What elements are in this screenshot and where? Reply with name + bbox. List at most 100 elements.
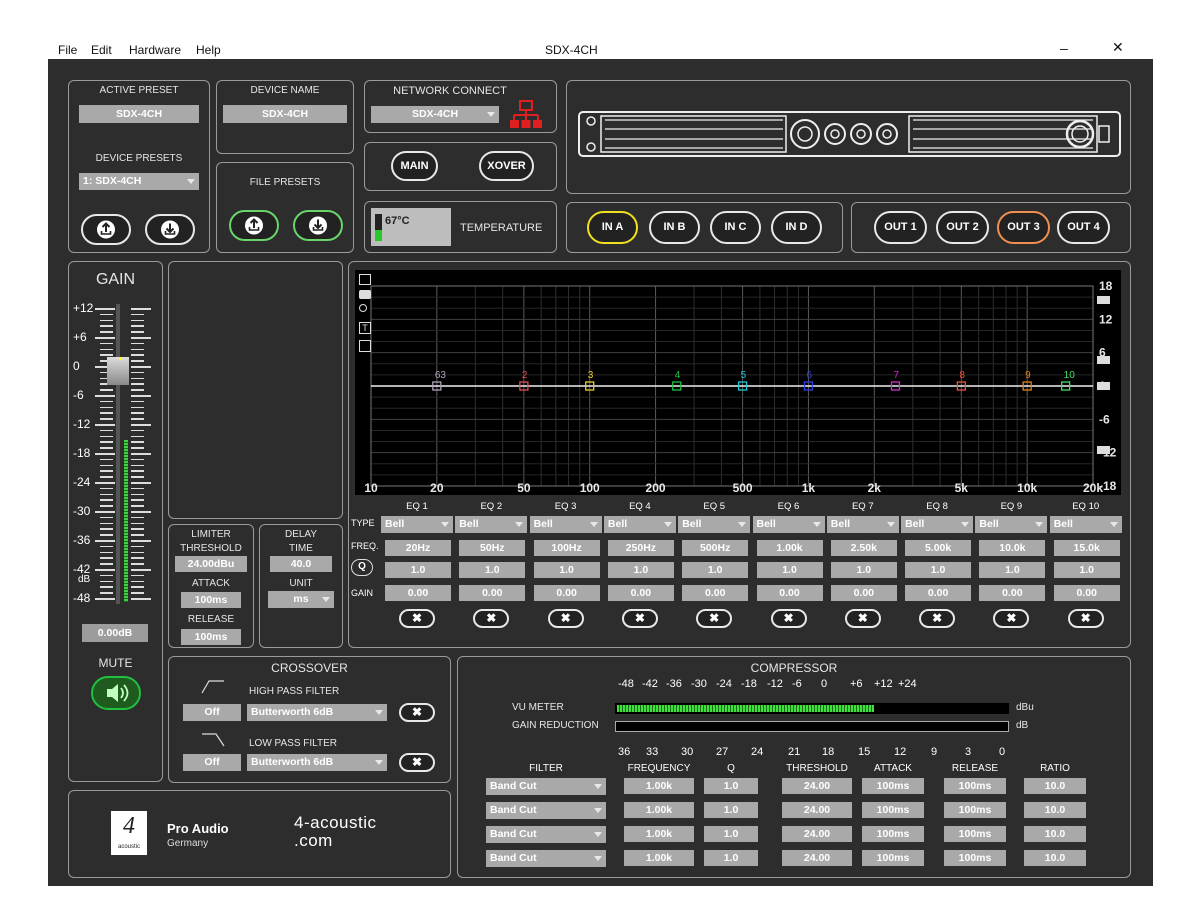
eq-band-type-select[interactable]: Bell bbox=[529, 516, 602, 533]
upload-preset-button[interactable] bbox=[81, 214, 131, 245]
eq-band-q-field[interactable]: 1.0 bbox=[385, 562, 451, 578]
compressor-cell-field[interactable]: 24.00 bbox=[782, 778, 852, 794]
brand-url-line2[interactable]: .com bbox=[294, 831, 333, 851]
compressor-cell-field[interactable]: 10.0 bbox=[1024, 826, 1086, 842]
camera-icon[interactable] bbox=[359, 290, 371, 299]
eq-band-freq-field[interactable]: 5.00k bbox=[905, 540, 972, 556]
eq-band-gain-field[interactable]: 0.00 bbox=[533, 585, 600, 601]
compressor-cell-field[interactable]: 100ms bbox=[862, 850, 924, 866]
output-3-button[interactable]: OUT 3 bbox=[997, 211, 1050, 244]
compressor-cell-field[interactable]: 24.00 bbox=[782, 802, 852, 818]
output-1-button[interactable]: OUT 1 bbox=[874, 211, 927, 244]
eq-band-type-select[interactable]: Bell bbox=[678, 516, 751, 533]
eq-band-q-field[interactable]: 1.0 bbox=[682, 562, 749, 578]
output-4-button[interactable]: OUT 4 bbox=[1057, 211, 1110, 244]
eq-band-freq-field[interactable]: 100Hz bbox=[533, 540, 600, 556]
lpf-state-button[interactable]: Off bbox=[183, 754, 241, 771]
eq-band-freq-field[interactable]: 1.00k bbox=[756, 540, 823, 556]
zoom-icon[interactable] bbox=[359, 304, 367, 312]
eq-band-q-field[interactable]: 1.0 bbox=[607, 562, 674, 578]
eq-band-type-select[interactable]: Bell bbox=[975, 516, 1048, 533]
eq-band-freq-field[interactable]: 10.0k bbox=[979, 540, 1046, 556]
lpf-reset-button[interactable]: ✖ bbox=[399, 753, 435, 772]
eq-band-q-field[interactable]: 1.0 bbox=[1053, 562, 1120, 578]
eq-band-reset-button[interactable]: ✖ bbox=[399, 609, 435, 628]
select-tool-icon[interactable] bbox=[359, 274, 371, 285]
eq-band-freq-field[interactable]: 20Hz bbox=[385, 540, 451, 556]
menu-help[interactable]: Help bbox=[196, 43, 221, 57]
limiter-threshold-field[interactable]: 24.00dBu bbox=[175, 556, 247, 572]
compressor-cell-field[interactable]: 100ms bbox=[944, 826, 1006, 842]
compressor-cell-field[interactable]: 1.0 bbox=[704, 802, 758, 818]
main-button[interactable]: MAIN bbox=[391, 151, 438, 181]
eq-graph[interactable]: 1020501002005001k2k5k10k20k181260-6-12-1… bbox=[355, 270, 1121, 495]
compressor-cell-field[interactable]: 100ms bbox=[944, 850, 1006, 866]
eq-band-gain-field[interactable]: 0.00 bbox=[830, 585, 897, 601]
input-c-button[interactable]: IN C bbox=[710, 211, 761, 244]
eq-band-q-field[interactable]: 1.0 bbox=[459, 562, 526, 578]
eq-band-freq-field[interactable]: 500Hz bbox=[682, 540, 749, 556]
input-b-button[interactable]: IN B bbox=[649, 211, 700, 244]
eq-band-type-select[interactable]: Bell bbox=[381, 516, 453, 533]
eq-band-reset-button[interactable]: ✖ bbox=[547, 609, 584, 628]
menu-edit[interactable]: Edit bbox=[91, 43, 112, 57]
eq-band-reset-button[interactable]: ✖ bbox=[770, 609, 807, 628]
device-name-field[interactable]: SDX-4CH bbox=[223, 105, 347, 123]
menu-file[interactable]: File bbox=[58, 43, 77, 57]
eq-band-gain-field[interactable]: 0.00 bbox=[459, 585, 526, 601]
lpf-type-select[interactable]: Butterworth 6dB bbox=[247, 754, 387, 771]
hpf-reset-button[interactable]: ✖ bbox=[399, 703, 435, 722]
eq-band-reset-button[interactable]: ✖ bbox=[1067, 609, 1104, 628]
compressor-cell-field[interactable]: 10.0 bbox=[1024, 778, 1086, 794]
delay-time-field[interactable]: 40.0 bbox=[270, 556, 332, 572]
network-icon[interactable] bbox=[509, 100, 543, 130]
compressor-cell-field[interactable]: 100ms bbox=[944, 778, 1006, 794]
gain-slider-track[interactable] bbox=[116, 304, 120, 604]
eq-band-gain-field[interactable]: 0.00 bbox=[1053, 585, 1120, 601]
eq-band-type-select[interactable]: Bell bbox=[901, 516, 974, 533]
limiter-attack-field[interactable]: 100ms bbox=[181, 592, 241, 608]
eq-band-q-field[interactable]: 1.0 bbox=[905, 562, 972, 578]
eq-band-gain-field[interactable]: 0.00 bbox=[979, 585, 1046, 601]
device-preset-select[interactable]: 1: SDX-4CH bbox=[79, 173, 199, 190]
download-file-preset-button[interactable] bbox=[293, 210, 343, 241]
compressor-cell-field[interactable]: 100ms bbox=[862, 826, 924, 842]
xover-button[interactable]: XOVER bbox=[479, 151, 534, 181]
mute-button[interactable] bbox=[91, 676, 141, 710]
compressor-cell-field[interactable]: 1.00k bbox=[624, 826, 694, 842]
hpf-type-select[interactable]: Butterworth 6dB bbox=[247, 704, 387, 721]
eq-band-reset-button[interactable]: ✖ bbox=[993, 609, 1030, 628]
eq-band-freq-field[interactable]: 250Hz bbox=[607, 540, 674, 556]
compressor-cell-field[interactable]: 1.00k bbox=[624, 802, 694, 818]
eq-band-gain-field[interactable]: 0.00 bbox=[756, 585, 823, 601]
output-2-button[interactable]: OUT 2 bbox=[936, 211, 989, 244]
compressor-filter-select[interactable]: Band Cut bbox=[486, 826, 606, 843]
limiter-release-field[interactable]: 100ms bbox=[181, 629, 241, 645]
network-select[interactable]: SDX-4CH bbox=[371, 106, 499, 123]
close-button[interactable]: ✕ bbox=[1112, 39, 1124, 56]
eq-band-type-select[interactable]: Bell bbox=[826, 516, 899, 533]
eq-band-q-field[interactable]: 1.0 bbox=[533, 562, 600, 578]
eq-band-q-field[interactable]: 1.0 bbox=[830, 562, 897, 578]
compressor-cell-field[interactable]: 10.0 bbox=[1024, 802, 1086, 818]
input-a-button[interactable]: IN A bbox=[587, 211, 638, 244]
delay-unit-select[interactable]: ms bbox=[268, 591, 334, 608]
gain-value-field[interactable]: 0.00dB bbox=[82, 624, 148, 642]
eq-band-reset-button[interactable]: ✖ bbox=[844, 609, 881, 628]
compressor-cell-field[interactable]: 1.0 bbox=[704, 826, 758, 842]
compressor-cell-field[interactable]: 100ms bbox=[862, 802, 924, 818]
eq-band-gain-field[interactable]: 0.00 bbox=[905, 585, 972, 601]
eq-band-reset-button[interactable]: ✖ bbox=[621, 609, 658, 628]
download-preset-button[interactable] bbox=[145, 214, 195, 245]
compressor-filter-select[interactable]: Band Cut bbox=[486, 850, 606, 867]
export-icon[interactable] bbox=[359, 340, 371, 352]
menu-hardware[interactable]: Hardware bbox=[129, 43, 181, 57]
eq-band-freq-field[interactable]: 50Hz bbox=[459, 540, 526, 556]
input-d-button[interactable]: IN D bbox=[771, 211, 822, 244]
eq-band-gain-field[interactable]: 0.00 bbox=[607, 585, 674, 601]
compressor-cell-field[interactable]: 1.00k bbox=[624, 778, 694, 794]
eq-band-reset-button[interactable]: ✖ bbox=[696, 609, 733, 628]
compressor-cell-field[interactable]: 1.0 bbox=[704, 778, 758, 794]
eq-band-type-select[interactable]: Bell bbox=[455, 516, 528, 533]
eq-band-freq-field[interactable]: 15.0k bbox=[1053, 540, 1120, 556]
